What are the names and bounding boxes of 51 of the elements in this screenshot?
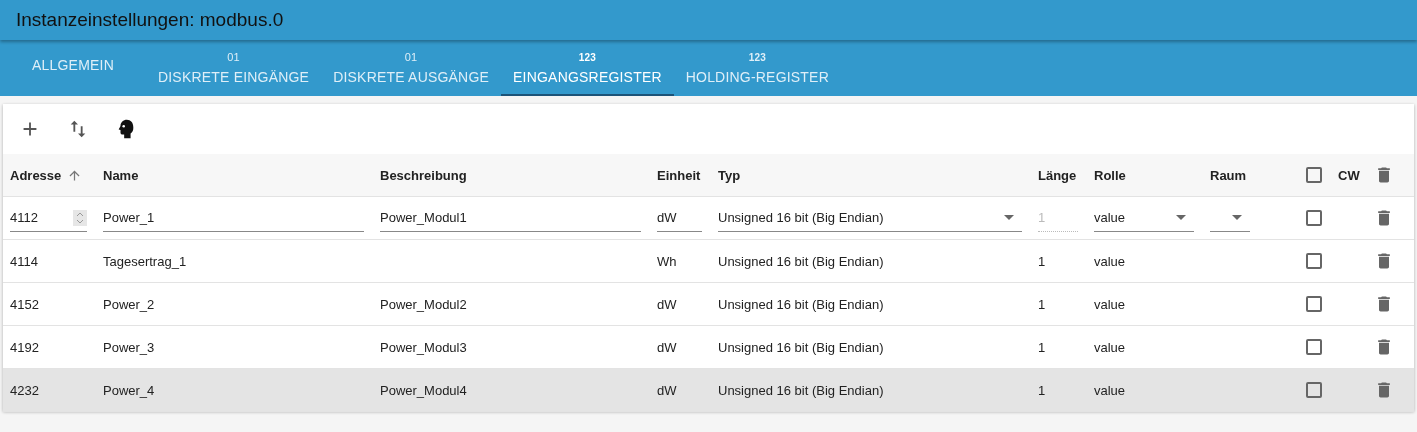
window-title: Instanzeinstellungen: modbus.0	[16, 9, 284, 31]
checkbox[interactable]	[1306, 382, 1322, 398]
unit-field[interactable]: dW	[657, 204, 702, 232]
column-header[interactable]: Typ	[718, 167, 1038, 183]
column-header[interactable]: Raum	[1210, 167, 1306, 183]
table-cell: Tagesertrag_1	[103, 253, 187, 269]
checkbox[interactable]	[1306, 339, 1322, 355]
column-header[interactable]: Beschreibung	[380, 167, 657, 183]
checkbox[interactable]	[1306, 210, 1322, 226]
address-field[interactable]: 4112	[10, 204, 87, 232]
column-header[interactable]: Einheit	[657, 167, 718, 183]
table-cell: Power_4	[103, 382, 155, 398]
table-cell: Unsigned 16 bit (Big Endian)	[718, 339, 884, 355]
table-cell: dW	[657, 339, 677, 355]
table-cell: Power_3	[103, 339, 155, 355]
table-cell: Unsigned 16 bit (Big Endian)	[718, 253, 884, 269]
table-cell: dW	[657, 382, 677, 398]
table-cell: Power_Modul3	[380, 339, 467, 355]
table-cell: Wh	[657, 253, 677, 269]
column-header[interactable]: Adresse	[10, 167, 103, 183]
column-header[interactable]: Name	[103, 167, 380, 183]
role-dropdown[interactable]: value	[1094, 204, 1194, 232]
checkbox[interactable]	[1306, 253, 1322, 269]
checkbox[interactable]	[1306, 296, 1322, 312]
table-cell: value	[1094, 253, 1126, 269]
table-cell: 4152	[10, 296, 39, 312]
table-cell: Power_Modul4	[380, 382, 467, 398]
name-field[interactable]: Power_1	[103, 204, 364, 232]
column-header[interactable]: Rolle	[1094, 167, 1210, 183]
table-cell: dW	[657, 296, 677, 312]
table-cell: 4192	[10, 339, 39, 355]
table-cell: value	[1094, 382, 1126, 398]
table-cell: 1	[1038, 382, 1046, 398]
description-field[interactable]: Power_Modul1	[380, 204, 641, 232]
column-header[interactable]: Länge	[1038, 167, 1094, 183]
table-cell: 4114	[10, 253, 38, 269]
table-cell: 1	[1038, 296, 1046, 312]
checkbox[interactable]	[1306, 167, 1322, 183]
table-cell: 1	[1038, 339, 1046, 355]
table-cell: Unsigned 16 bit (Big Endian)	[718, 296, 884, 312]
table-cell: value	[1094, 296, 1126, 312]
table-cell: 4232	[10, 382, 39, 398]
table-cell: Power_Modul2	[380, 296, 467, 312]
table-cell: Unsigned 16 bit (Big Endian)	[718, 382, 884, 398]
table-cell: value	[1094, 339, 1126, 355]
table-cell: Power_2	[103, 296, 155, 312]
column-header: CW	[1338, 167, 1361, 183]
table-cell: 1	[1038, 253, 1046, 269]
length-field: 1	[1038, 204, 1078, 232]
spinner-icon[interactable]	[73, 209, 87, 226]
type-dropdown[interactable]: Unsigned 16 bit (Big Endian)	[718, 204, 1022, 232]
